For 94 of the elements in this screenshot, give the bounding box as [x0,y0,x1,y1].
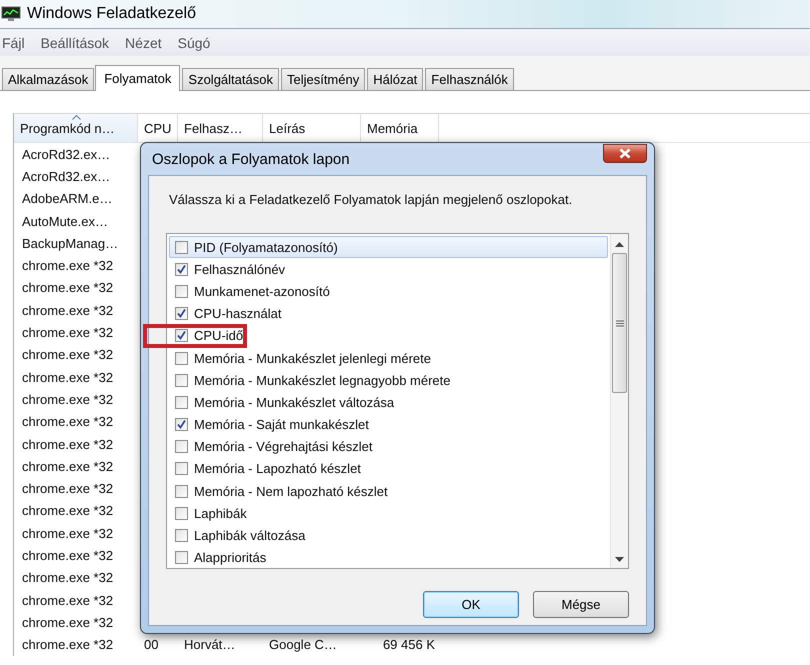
option-label: Memória - Lapozható készlet [194,461,361,476]
table-cell: chrome.exe *32 [22,503,114,518]
table-cell: chrome.exe *32 [22,280,114,296]
column-option[interactable]: Memória - Nem lapozható készlet [169,480,608,502]
table-cell: AcroRd32.ex… [22,146,110,162]
table-cell: chrome.exe *32 [22,325,114,340]
table-cell: BackupManag… [22,236,118,251]
option-label: Alapprioritás [194,550,266,566]
instruction-text: Válassza ki a Feladatkezelő Folyamatok lapján megjelenő oszlopokat. [169,192,574,207]
table-cell: chrome.exe *32 [22,258,114,274]
menu-item[interactable]: Nézet [125,34,162,50]
tab[interactable]: Alkalmazások [2,68,94,90]
checkbox[interactable] [175,440,188,454]
scroll-down-icon[interactable] [615,557,624,562]
option-label: Felhasználónév [194,262,286,277]
checkbox[interactable] [175,506,188,520]
monitor-icon [1,6,21,22]
tab[interactable]: Teljesítmény [280,68,366,90]
menu-item[interactable]: Súgó [178,34,210,50]
table-cell: chrome.exe *32 [22,548,114,563]
column-option[interactable]: Alapprioritás [169,546,608,569]
table-cell: chrome.exe *32 [22,347,114,362]
option-label: Memória - Saját munkakészlet [194,417,369,432]
checkbox[interactable] [175,240,188,254]
table-cell: chrome.exe *32 [22,570,114,586]
column-option[interactable]: CPU-idő [169,324,608,347]
table-cell: AcroRd32.ex… [22,168,110,184]
table-cell: Horvát… [184,637,236,652]
tab[interactable]: Felhasználók [425,68,514,90]
column-header[interactable]: Programkód n… [14,114,138,142]
dialog-title: Oszlopok a Folyamatok lapon [151,150,350,168]
column-option[interactable]: Memória - Végrehajtási készlet [169,436,608,458]
checkbox[interactable] [175,307,188,320]
checkbox[interactable] [175,374,188,387]
checkbox[interactable] [175,329,188,342]
option-label: PID (Folyamatazonosító) [194,240,338,255]
scroll-up-icon[interactable] [615,242,624,247]
table-cell: AdobeARM.e… [22,191,112,206]
table-cell: chrome.exe *32 [22,526,114,541]
table-cell: AutoMute.ex… [22,214,108,229]
checkbox[interactable] [175,551,188,564]
table-cell: chrome.exe *32 [22,481,114,496]
checkbox[interactable] [175,396,188,409]
column-option[interactable]: Memória - Munkakészlet jelenlegi mérete [169,346,608,370]
table-cell: chrome.exe *32 [22,302,114,318]
table-cell: chrome.exe *32 [22,414,114,430]
table-cell: chrome.exe *32 [22,370,114,385]
close-icon [619,148,631,158]
checkbox[interactable] [175,484,188,498]
table-cell: 69 456 K [382,637,435,652]
column-option[interactable]: CPU-használat [169,302,608,325]
checkbox[interactable] [175,284,188,298]
window-title: Windows Feladatkezelő [27,5,196,23]
column-option[interactable]: Memória - Saját munkakészlet [169,414,608,436]
checkbox[interactable] [175,262,188,276]
table-cell: chrome.exe *32 [22,392,114,407]
table-cell: chrome.exe *32 [22,614,114,630]
tab[interactable]: Hálózat [367,68,424,90]
column-option[interactable]: Laphibák [169,502,608,524]
option-label: Laphibák változása [194,528,306,544]
close-button[interactable] [603,144,647,162]
column-option[interactable]: Munkamenet-azonosító [169,280,608,303]
option-label: Memória - Munkakészlet legnagyobb mérete [194,372,451,388]
ok-button[interactable]: OK [423,591,519,618]
table-cell: Google C… [269,637,337,652]
column-option[interactable]: Laphibák változása [169,524,608,547]
menu-item[interactable]: Fájl [2,34,25,50]
option-label: Laphibák [194,506,247,521]
option-label: CPU-idő [194,328,244,344]
cancel-button[interactable]: Mégse [533,591,629,618]
checkbox[interactable] [175,462,188,476]
option-label: Munkamenet-azonosító [194,284,330,299]
scrollbar-thumb[interactable] [612,253,627,393]
table-cell: 00 [144,637,158,652]
table-cell: chrome.exe *32 [22,436,114,452]
tab[interactable]: Szolgáltatások [182,68,279,90]
column-option[interactable]: Memória - Munkakészlet változása [169,391,608,414]
tab[interactable]: Folyamatok [95,65,180,91]
checkbox[interactable] [175,529,188,542]
option-label: Memória - Munkakészlet változása [194,394,394,410]
column-option[interactable]: Memória - Munkakészlet legnagyobb mérete [169,369,608,392]
checkbox[interactable] [175,352,188,365]
option-label: Memória - Végrehajtási készlet [194,439,372,454]
column-option[interactable]: Felhasználónév [169,258,608,280]
option-label: Memória - Munkakészlet jelenlegi mérete [194,350,431,366]
menu-item[interactable]: Beállítások [40,34,110,50]
table-cell: chrome.exe *32 [22,592,114,608]
column-option[interactable]: PID (Folyamatazonosító) [169,236,608,258]
table-cell: chrome.exe *32 [22,458,114,474]
table-cell: chrome.exe *32 [22,637,114,652]
option-label: Memória - Nem lapozható készlet [194,484,388,499]
column-option[interactable]: Memória - Lapozható készlet [169,458,608,480]
option-label: CPU-használat [194,306,282,322]
checkbox[interactable] [175,418,188,432]
